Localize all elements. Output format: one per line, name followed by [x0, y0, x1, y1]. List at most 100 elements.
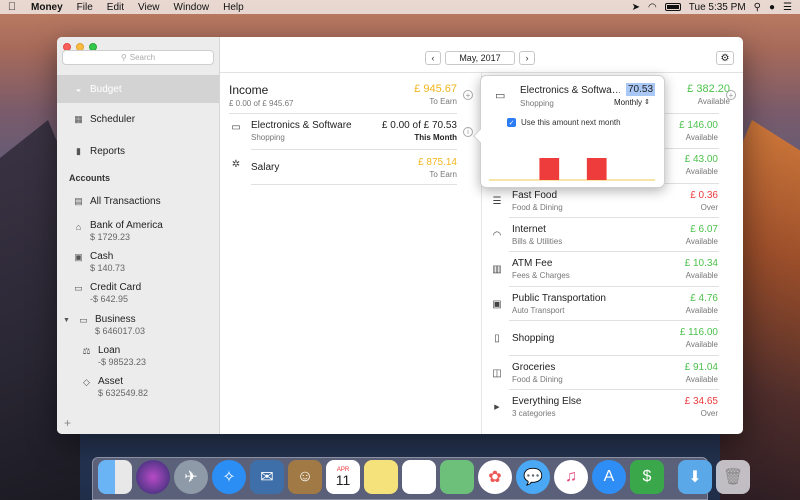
reminders-icon[interactable] [402, 460, 436, 494]
row-amount: £ 34.65 [684, 396, 718, 407]
account-credit-card[interactable]: ▭ Credit Card -$ 642.95 [73, 282, 141, 304]
row-amount: £ 4.76 [690, 293, 718, 304]
previous-month-button[interactable]: ‹ [425, 51, 441, 65]
menu-file[interactable]: File [70, 2, 100, 13]
calendar-icon: ▦ [74, 113, 83, 124]
clipboard-icon: ▯ [494, 332, 500, 344]
disclosure-triangle-icon[interactable]: ▼ [61, 315, 72, 326]
notification-center-icon[interactable]: ☰ [783, 2, 792, 13]
wifi-status-icon[interactable]: ◠ [648, 2, 657, 13]
next-month-button[interactable]: › [519, 51, 535, 65]
row-title: Public Transportation [512, 293, 606, 304]
expense-row-fast-food[interactable]: ☰ Fast Food Food & Dining £ 0.36 Over [490, 190, 718, 212]
finder-icon[interactable] [98, 460, 132, 494]
safari-icon[interactable]: ✧ [212, 460, 246, 494]
itunes-icon[interactable]: ♫ [554, 460, 588, 494]
sidebar-item-budget[interactable]: ◒ Budget [57, 75, 219, 103]
account-cash[interactable]: ▣ Cash $ 140.73 [73, 251, 125, 273]
row-amount-label: Available [685, 237, 718, 246]
photos-icon[interactable]: ✿ [478, 460, 512, 494]
battery-icon[interactable] [664, 3, 681, 11]
downloads-folder-icon[interactable]: ⬇ [678, 460, 712, 494]
row-amount: £ 875.14 [418, 157, 457, 168]
account-name: Cash [90, 251, 114, 262]
location-icon[interactable]: ➤ [632, 2, 640, 13]
row-amount-label: Over [700, 203, 718, 212]
spotlight-icon[interactable]: ⚲ [754, 2, 761, 13]
row-title: Salary [251, 162, 280, 173]
popover-category: Shopping [520, 99, 554, 108]
salary-icon: ✲ [231, 158, 241, 170]
budget-amount-input[interactable]: 70.53 [626, 83, 656, 96]
row-amount: £ 91.04 [684, 362, 718, 373]
history-bar-chart [489, 158, 655, 181]
month-navigator: ‹ May, 2017 › [425, 51, 535, 65]
sidebar-item-all-transactions[interactable]: ▤ All Transactions [57, 191, 219, 211]
clock[interactable]: Tue 5:35 PM [689, 2, 746, 13]
account-group-business[interactable]: ▼ ▭ Business $ 646017.03 [61, 314, 145, 336]
user-avatar-icon[interactable]: ● [769, 2, 775, 13]
income-row-salary[interactable]: ✲ Salary £ 875.14 To Earn [229, 157, 457, 179]
expense-row-internet[interactable]: ◠ Internet Bills & Utilities £ 6.07 Avai… [490, 224, 718, 246]
row-amount: £ 10.34 [684, 258, 718, 269]
period-select[interactable]: Monthly ⇕ [614, 98, 650, 107]
row-subtitle: Fees & Charges [512, 271, 570, 280]
bar-chart-icon: ▮ [76, 145, 81, 156]
menu-app-name[interactable]: Money [24, 2, 70, 13]
row-amount-label: Available [685, 306, 718, 315]
row-amount: £ 6.07 [690, 224, 718, 235]
contacts-icon[interactable]: ☺ [288, 460, 322, 494]
money-app-icon[interactable]: $ [630, 460, 664, 494]
bank-icon: ⌂ [75, 221, 82, 232]
search-icon: ⚲ [120, 53, 127, 62]
divider [251, 149, 457, 150]
add-account-button[interactable]: + [64, 416, 71, 430]
sidebar-item-scheduler[interactable]: ▦ Scheduler [57, 107, 219, 131]
notes-icon[interactable] [364, 460, 398, 494]
account-asset[interactable]: ◇ Asset $ 632549.82 [81, 376, 148, 398]
app-store-icon[interactable]: A [592, 460, 626, 494]
monitor-icon: ▭ [495, 90, 506, 102]
sidebar-item-label: Reports [90, 145, 126, 157]
income-row-electronics[interactable]: ▭ Electronics & Software Shopping £ 0.00… [229, 120, 457, 142]
next-month-checkbox-row[interactable]: ✓ Use this amount next month [507, 118, 621, 127]
account-loan[interactable]: ⚖ Loan -$ 98523.23 [81, 345, 146, 367]
row-amount: £ 0.00 of £ 70.53 [381, 120, 457, 131]
menu-view[interactable]: View [131, 2, 167, 13]
checkbox-checked-icon[interactable]: ✓ [507, 118, 516, 127]
current-month[interactable]: May, 2017 [445, 51, 515, 65]
search-field[interactable]: ⚲ Search [62, 50, 214, 65]
launchpad-icon[interactable]: ✈ [174, 460, 208, 494]
row-title: Electronics & Software [251, 120, 352, 131]
cash-icon: ▣ [74, 252, 83, 262]
loan-icon: ⚖ [82, 346, 91, 356]
calendar-app-icon[interactable]: APR 11 [326, 460, 360, 494]
menu-help[interactable]: Help [216, 2, 251, 13]
expense-row-everything-else[interactable]: ▶ Everything Else 3 categories £ 34.65 O… [490, 396, 718, 418]
account-name: Loan [98, 345, 121, 356]
divider [509, 286, 719, 287]
expense-row-shopping[interactable]: ▯ Shopping £ 116.00 Available [490, 327, 718, 349]
siri-icon[interactable] [136, 460, 170, 494]
expense-row-groceries[interactable]: ◫ Groceries Food & Dining £ 91.04 Availa… [490, 362, 718, 384]
account-balance: $ 1729.23 [90, 232, 131, 242]
messages-icon[interactable]: 💬 [516, 460, 550, 494]
row-amount-label: To Earn [429, 170, 457, 179]
bag-icon: ◫ [492, 367, 502, 379]
disclosure-triangle-icon[interactable]: ▶ [490, 400, 504, 414]
apple-menu-icon[interactable]:  [0, 1, 24, 13]
account-bank-of-america[interactable]: ⌂ Bank of America $ 1729.23 [73, 220, 163, 242]
settings-gear-button[interactable]: ⚙ [716, 51, 734, 65]
maps-icon[interactable] [440, 460, 474, 494]
menu-window[interactable]: Window [167, 2, 217, 13]
add-expense-icon[interactable]: + [726, 90, 736, 100]
trash-icon[interactable]: 🗑 [716, 460, 750, 494]
add-income-icon[interactable]: + [463, 90, 473, 100]
menu-edit[interactable]: Edit [100, 2, 131, 13]
income-header[interactable]: Income £ 0.00 of £ 945.67 £ 945.67 To Ea… [229, 83, 457, 108]
expense-row-atm-fee[interactable]: ▥ ATM Fee Fees & Charges £ 10.34 Availab… [490, 258, 718, 280]
period-select-value: Monthly [614, 98, 643, 107]
sidebar-item-reports[interactable]: ▮ Reports [57, 139, 219, 163]
mail-icon[interactable]: ✉ [250, 460, 284, 494]
expense-row-public-transportation[interactable]: ▣ Public Transportation Auto Transport £… [490, 293, 718, 315]
